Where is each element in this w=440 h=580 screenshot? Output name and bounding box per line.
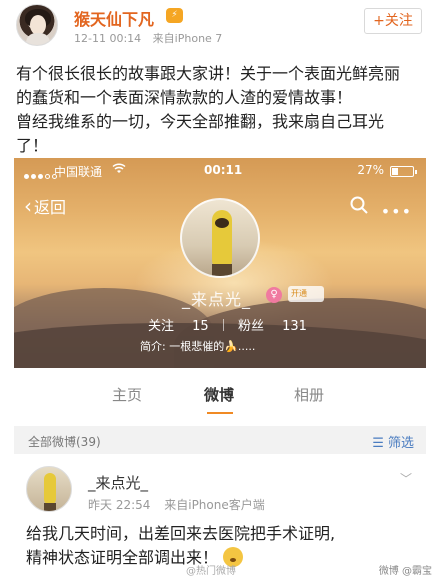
item-text-line: 给我几天时间，出差回来去医院把手术证明,	[26, 524, 336, 543]
tab-weibo[interactable]: 微博	[204, 384, 234, 405]
fans-label[interactable]: 粉丝	[238, 319, 264, 334]
status-bar: 中国联通 00:11 27%	[14, 162, 426, 182]
more-options-icon[interactable]: •••	[381, 202, 412, 221]
female-gender-icon: ♀	[266, 287, 282, 303]
item-source: 来自iPhone客户端	[164, 498, 265, 512]
follow-button[interactable]: +关注	[364, 8, 422, 34]
chevron-left-icon: ‹	[24, 194, 32, 218]
filter-bar: 全部微博(39) ☰ 筛选	[14, 426, 426, 454]
wifi-icon	[112, 163, 126, 177]
post-source: 来自iPhone 7	[152, 32, 223, 45]
post-text: 有个很长很长的故事跟大家讲！关于一个表面光鲜亮丽 的蠢货和一个表面深情款款的人渣…	[16, 62, 426, 158]
filter-icon: ☰	[372, 436, 388, 451]
all-posts-label: 全部微博(39)	[28, 435, 101, 449]
embedded-screenshot[interactable]: 中国联通 00:11 27% ‹ 返回 ••• _来点光_ ♀ 开通 关注 15 …	[14, 158, 426, 573]
post-meta: 12-11 00:14 来自iPhone 7	[74, 30, 230, 46]
item-meta: 昨天 22:54 来自iPhone客户端	[88, 496, 275, 513]
vip-open-badge[interactable]: 开通	[288, 286, 324, 302]
vip-badge-icon: ⚡	[166, 8, 183, 23]
post-text-line: 曾经我维系的一切，今天全部推翻，我来扇自己耳光	[16, 112, 385, 131]
chevron-down-icon[interactable]: ﹀	[400, 470, 412, 487]
fans-count[interactable]: 131	[282, 319, 307, 334]
filter-label: 筛选	[387, 436, 414, 451]
watermark-center: @热门微博	[186, 566, 236, 577]
back-button[interactable]: ‹ 返回	[24, 194, 66, 218]
battery-percent: 27%	[357, 163, 384, 177]
profile-avatar[interactable]	[180, 198, 260, 278]
item-time: 昨天 22:54	[88, 498, 151, 512]
post-text-line: 有个很长很长的故事跟大家讲！关于一个表面光鲜亮丽	[16, 64, 401, 83]
watermark: 微博 @霸宝	[378, 566, 432, 577]
carrier-name: 中国联通	[54, 165, 103, 179]
search-icon[interactable]	[350, 196, 368, 214]
post-header: 猴天仙下凡 ⚡ 12-11 00:14 来自iPhone 7 +关注	[0, 0, 440, 52]
item-author-name[interactable]: _来点光_	[88, 472, 148, 493]
author-username[interactable]: 猴天仙下凡	[74, 6, 154, 30]
author-avatar[interactable]	[16, 4, 58, 46]
battery-icon	[390, 166, 417, 177]
profile-tabs: 主页 微博 相册	[14, 372, 426, 416]
post-text-line: 了！	[16, 136, 49, 155]
active-tab-indicator	[207, 412, 233, 414]
following-label[interactable]: 关注	[148, 319, 174, 334]
tab-home[interactable]: 主页	[112, 384, 142, 405]
filter-button[interactable]: ☰ 筛选	[372, 432, 414, 451]
profile-cover: 中国联通 00:11 27% ‹ 返回 ••• _来点光_ ♀ 开通 关注 15 …	[14, 158, 426, 368]
status-clock: 00:11	[204, 163, 243, 177]
post-time: 12-11 00:14	[74, 32, 142, 45]
post-text-line: 的蠢货和一个表面深情款款的人渣的爱情故事！	[16, 88, 353, 107]
profile-bio: 简介: 一根悲催的🍌.....	[140, 340, 256, 353]
following-count[interactable]: 15	[192, 319, 209, 334]
tab-album[interactable]: 相册	[294, 384, 324, 405]
item-avatar[interactable]	[26, 466, 72, 512]
profile-name: _来点光_	[182, 290, 252, 309]
follow-stats: 关注 15 粉丝 131	[148, 315, 307, 334]
back-label: 返回	[34, 198, 67, 217]
